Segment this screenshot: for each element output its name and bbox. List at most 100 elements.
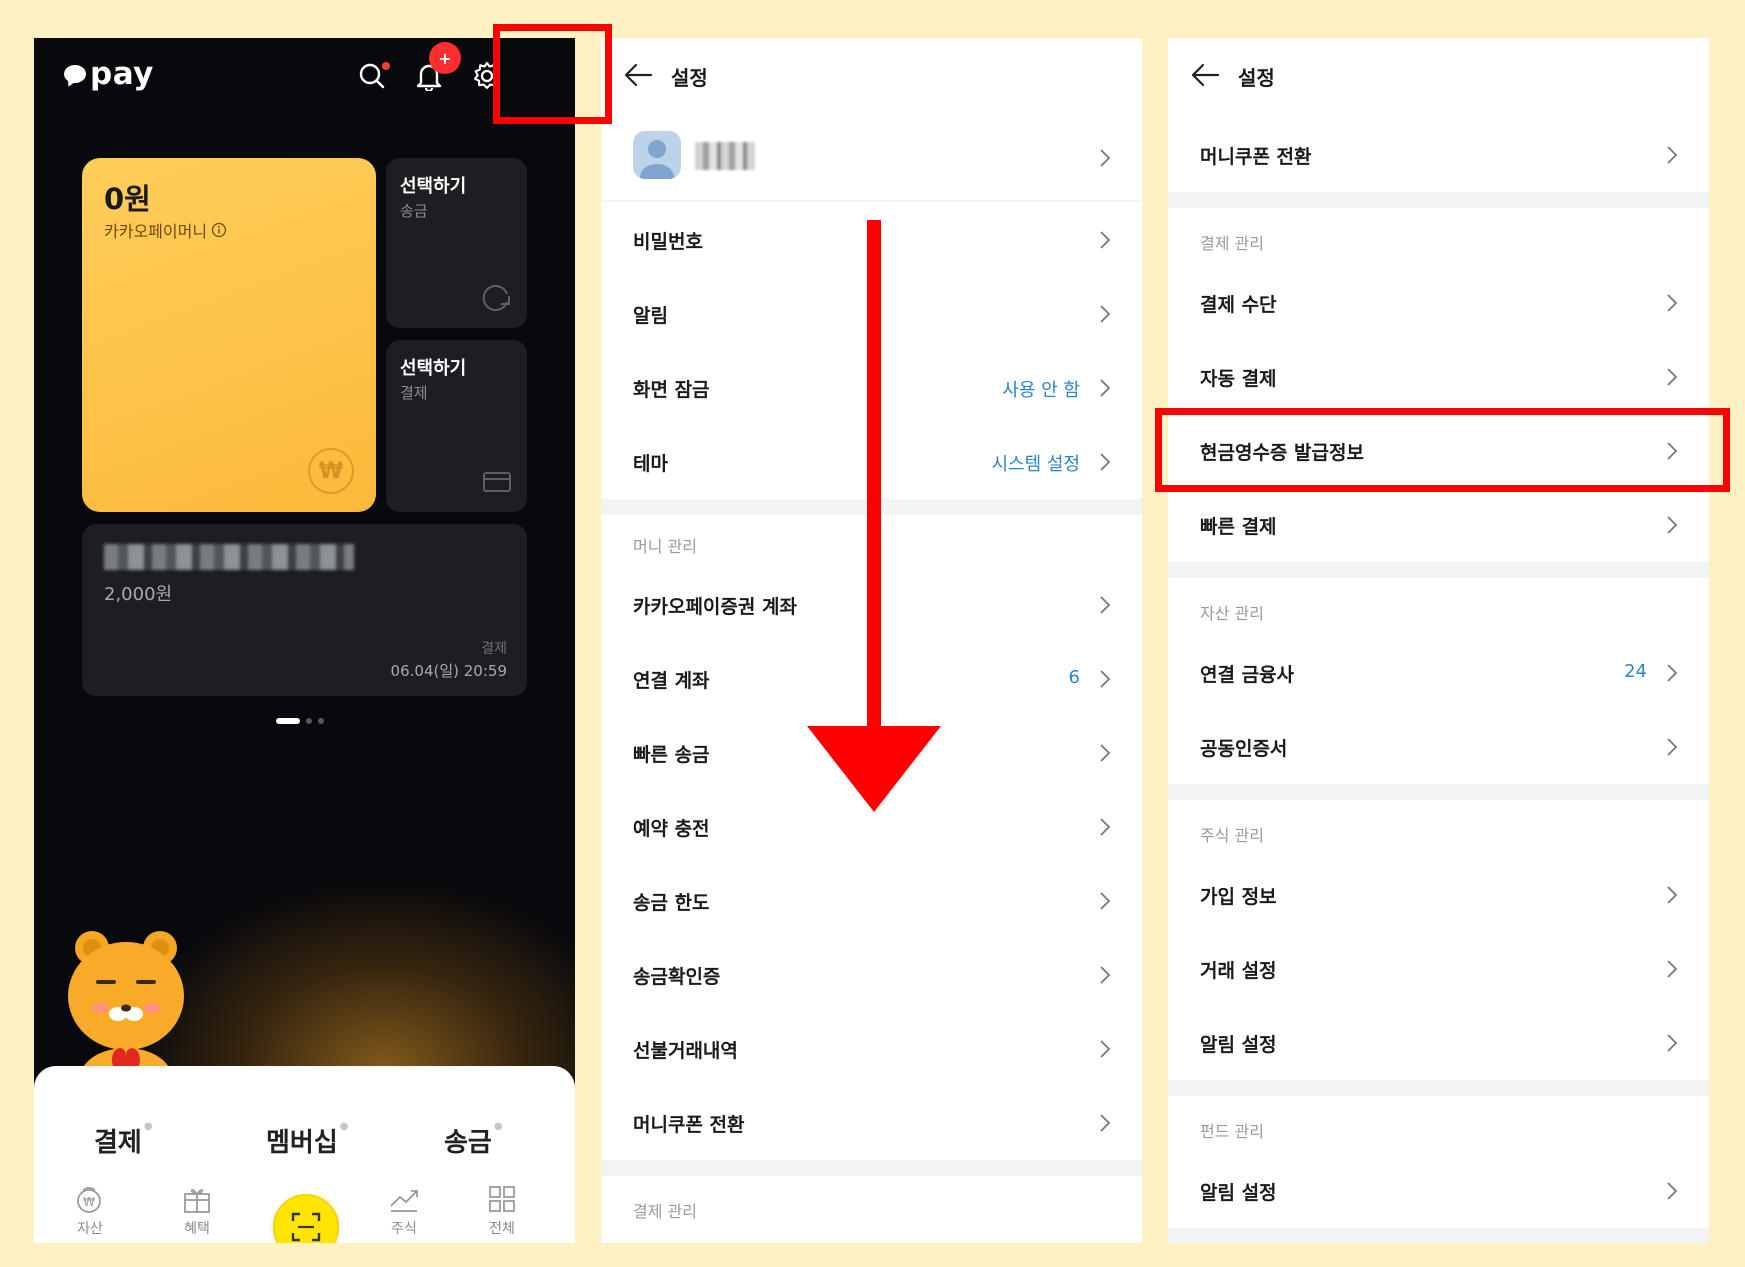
send-select-card[interactable]: 선택하기 송금 bbox=[386, 158, 527, 328]
settings-row-fund-alerts[interactable]: 알림 설정 bbox=[1168, 1154, 1709, 1228]
settings-row-membership-info[interactable]: 가입 정보 bbox=[1168, 858, 1709, 932]
money-balance: 0원 bbox=[104, 182, 151, 216]
nav-all[interactable]: 전체 bbox=[472, 1218, 532, 1238]
tab-payment[interactable]: 결제● bbox=[94, 1121, 153, 1159]
info-icon[interactable] bbox=[211, 222, 227, 238]
page-title: 설정 bbox=[1238, 66, 1275, 90]
row-label: 가입 정보 bbox=[1200, 886, 1277, 908]
settings-row-money-coupon[interactable]: 머니쿠폰 전환 bbox=[1168, 118, 1709, 192]
page-title: 설정 bbox=[671, 66, 708, 90]
row-label: 머니쿠폰 전환 bbox=[633, 1114, 745, 1136]
chevron-right-icon bbox=[1100, 892, 1111, 910]
chevron-right-icon bbox=[1100, 1114, 1111, 1132]
row-label: 카카오페이증권 계좌 bbox=[633, 596, 797, 618]
section-gap bbox=[1168, 1228, 1709, 1243]
notification-badge: + bbox=[429, 42, 461, 74]
row-label: 비밀번호 bbox=[633, 231, 703, 253]
notification-button[interactable]: + bbox=[409, 42, 461, 96]
nav-stocks[interactable]: 주식 bbox=[374, 1218, 434, 1238]
settings-header: 설정 bbox=[601, 38, 1142, 112]
chevron-right-icon bbox=[1667, 294, 1678, 312]
grid-menu-icon[interactable] bbox=[485, 1184, 519, 1214]
kakaopay-money-card[interactable]: 0원 카카오페이머니 ₩ bbox=[82, 158, 376, 512]
settings-row-prepaid-history[interactable]: 선불거래내역 bbox=[601, 1012, 1142, 1086]
settings-header: 설정 bbox=[1168, 38, 1709, 112]
stock-chart-icon[interactable] bbox=[387, 1184, 421, 1214]
row-label: 거래 설정 bbox=[1200, 960, 1277, 982]
send-card-title: 선택하기 bbox=[400, 176, 467, 197]
profile-row[interactable] bbox=[601, 118, 1142, 198]
chevron-right-icon bbox=[1667, 960, 1678, 978]
nav-benefits[interactable]: 혜택 bbox=[167, 1218, 227, 1238]
row-label: 송금 한도 bbox=[633, 892, 710, 914]
settings-row-joint-certificate[interactable]: 공동인증서 bbox=[1168, 710, 1709, 784]
section-label: 결제 관리 bbox=[1200, 234, 1264, 253]
chevron-right-icon bbox=[1100, 1040, 1111, 1058]
section-gap bbox=[1168, 192, 1709, 208]
gift-icon[interactable] bbox=[180, 1184, 214, 1214]
settings-row-stock-alerts[interactable]: 알림 설정 bbox=[1168, 1006, 1709, 1080]
section-label: 자산 관리 bbox=[1200, 604, 1264, 623]
row-label: 빠른 송금 bbox=[633, 744, 710, 766]
section-gap bbox=[601, 1160, 1142, 1176]
recent-transaction-card[interactable]: 2,000원 결제 06.04(일) 20:59 bbox=[82, 524, 527, 696]
row-label: 송금확인증 bbox=[633, 966, 721, 988]
row-value: 24 bbox=[1624, 661, 1647, 682]
row-value: 6 bbox=[1068, 667, 1080, 688]
settings-row-payment-method[interactable]: 결제 수단 bbox=[1168, 266, 1709, 340]
tab-membership-label: 멤버십 bbox=[266, 1128, 338, 1158]
won-coin-icon: ₩ bbox=[308, 448, 354, 494]
highlight-settings-gear bbox=[493, 24, 612, 124]
settings-row-linked-institutions[interactable]: 연결 금융사 24 bbox=[1168, 636, 1709, 710]
settings-row-trade-settings[interactable]: 거래 설정 bbox=[1168, 932, 1709, 1006]
section-gap bbox=[1168, 562, 1709, 578]
kakaopay-logo: pay bbox=[64, 56, 154, 92]
nav-assets[interactable]: 자산 bbox=[60, 1218, 120, 1238]
credit-card-icon bbox=[483, 472, 511, 492]
tab-send-label: 송금 bbox=[444, 1128, 492, 1158]
row-label: 연결 계좌 bbox=[633, 670, 710, 692]
row-label: 알림 설정 bbox=[1200, 1182, 1277, 1204]
avatar-person-icon bbox=[640, 140, 674, 179]
row-label: 결제 수단 bbox=[1200, 294, 1277, 316]
row-label: 빠른 결제 bbox=[1200, 516, 1277, 538]
settings-screen-scrolled: 설정 머니쿠폰 전환 결제 관리 결제 수단 자동 결제 현금영수증 발급정보 … bbox=[1168, 38, 1709, 1243]
row-label: 자동 결제 bbox=[1200, 368, 1277, 390]
wallet-coin-icon[interactable]: ₩ bbox=[72, 1184, 106, 1214]
back-arrow-icon[interactable] bbox=[1190, 62, 1220, 88]
pager-dot bbox=[306, 718, 312, 724]
card-pager bbox=[276, 718, 324, 724]
tab-membership[interactable]: 멤버십● bbox=[266, 1121, 349, 1159]
chevron-right-icon bbox=[1100, 596, 1111, 614]
chevron-right-icon bbox=[1667, 368, 1678, 386]
back-arrow-icon[interactable] bbox=[623, 62, 653, 88]
blurred-merchant-name bbox=[104, 544, 354, 570]
settings-row-send-certificate[interactable]: 송금확인증 bbox=[601, 938, 1142, 1012]
tab-send[interactable]: 송금● bbox=[444, 1121, 503, 1159]
chevron-right-icon bbox=[1667, 516, 1678, 534]
transaction-amount: 2,000원 bbox=[104, 584, 173, 605]
logo-text: pay bbox=[90, 56, 154, 92]
send-card-subtitle: 송금 bbox=[400, 202, 428, 220]
pager-dot-active bbox=[276, 718, 300, 724]
scan-pay-button[interactable] bbox=[273, 1194, 339, 1243]
section-header-payment: 결제 관리 bbox=[601, 1184, 1142, 1243]
settings-row-money-coupon[interactable]: 머니쿠폰 전환 bbox=[601, 1086, 1142, 1160]
search-button[interactable] bbox=[352, 56, 392, 96]
speech-bubble-icon bbox=[64, 65, 86, 83]
row-label: 알림 설정 bbox=[1200, 1034, 1277, 1056]
row-label: 머니쿠폰 전환 bbox=[1200, 146, 1312, 168]
pay-home-screen: pay + 0원 카카오페이머니 ₩ 선택하기 송금 선택하기 결제 2,000… bbox=[34, 38, 575, 1243]
settings-row-send-limit[interactable]: 송금 한도 bbox=[601, 864, 1142, 938]
money-label-text: 카카오페이머니 bbox=[104, 222, 208, 241]
tab-membership-dot: ● bbox=[339, 1121, 349, 1133]
svg-text:₩: ₩ bbox=[83, 1195, 95, 1209]
chevron-right-icon bbox=[1667, 886, 1678, 904]
settings-row-quick-payment[interactable]: 빠른 결제 bbox=[1168, 488, 1709, 562]
settings-row-auto-payment[interactable]: 자동 결제 bbox=[1168, 340, 1709, 414]
row-label: 선불거래내역 bbox=[633, 1040, 738, 1062]
chevron-right-icon bbox=[1100, 231, 1111, 249]
tab-payment-label: 결제 bbox=[94, 1128, 142, 1158]
pay-select-card[interactable]: 선택하기 결제 bbox=[386, 340, 527, 512]
chevron-right-icon bbox=[1100, 744, 1111, 762]
